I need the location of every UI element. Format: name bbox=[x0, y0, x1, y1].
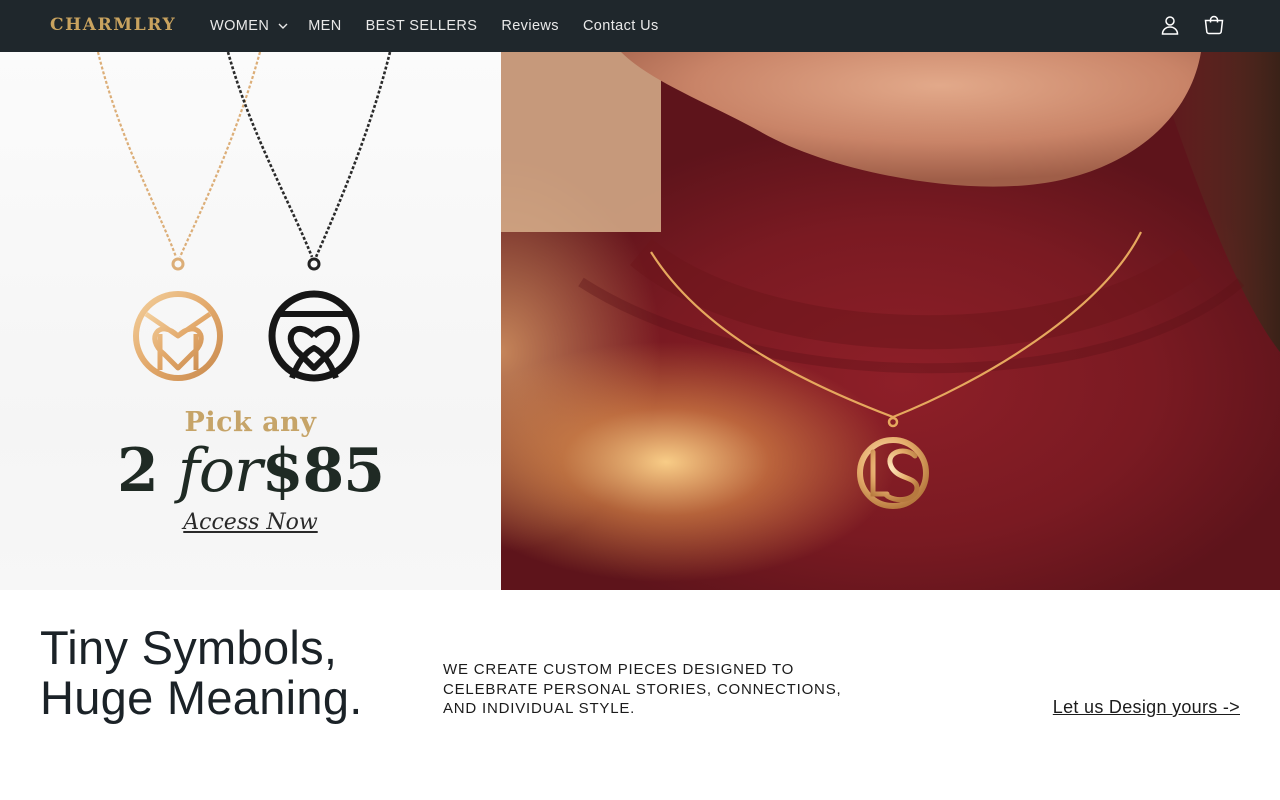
nav-item-label: BEST SELLERS bbox=[365, 18, 478, 34]
headline-line-2: Huge Meaning. bbox=[40, 671, 363, 724]
account-icon[interactable] bbox=[1158, 13, 1182, 37]
site-header: CHARMLRY WOMEN MEN BEST SELLERS Reviews … bbox=[0, 0, 1280, 52]
nav-item-best-sellers[interactable]: BEST SELLERS bbox=[366, 18, 478, 34]
nav-item-women[interactable]: WOMEN bbox=[210, 18, 288, 34]
promo-headline: Pick any bbox=[184, 407, 317, 438]
chevron-down-icon bbox=[278, 23, 288, 29]
hero-promo-panel[interactable]: Pick any 2 for$85 Access Now bbox=[0, 52, 501, 590]
promo-deal: 2 for$85 bbox=[0, 436, 501, 506]
design-yours-link[interactable]: Let us Design yours -> bbox=[1053, 697, 1240, 718]
nav-item-contact-us[interactable]: Contact Us bbox=[583, 18, 659, 34]
necklaces-product-image bbox=[96, 52, 392, 382]
promo-offer: Pick any 2 for$85 Access Now bbox=[0, 407, 501, 535]
promo-quantity: 2 bbox=[117, 436, 159, 506]
headline-line-1: Tiny Symbols, bbox=[40, 621, 338, 674]
nav-item-label: Contact Us bbox=[582, 18, 659, 34]
main-nav: WOMEN MEN BEST SELLERS Reviews Contact U… bbox=[210, 0, 683, 52]
nav-item-reviews[interactable]: Reviews bbox=[501, 18, 559, 34]
promo-for: for bbox=[177, 436, 263, 506]
hero-lifestyle-image[interactable] bbox=[501, 52, 1280, 590]
nav-item-men[interactable]: MEN bbox=[308, 18, 341, 34]
access-now-link[interactable]: Access Now bbox=[183, 510, 317, 535]
nav-item-label: Reviews bbox=[501, 18, 559, 34]
brand-logo[interactable]: CHARMLRY bbox=[50, 15, 176, 35]
section-headline: Tiny Symbols, Huge Meaning. bbox=[40, 623, 363, 723]
hero-banner: Pick any 2 for$85 Access Now bbox=[0, 52, 1280, 590]
promo-price: $85 bbox=[261, 436, 385, 506]
header-actions bbox=[1158, 13, 1226, 37]
brand-tagline: WE CREATE CUSTOM PIECES DESIGNED TO CELE… bbox=[443, 661, 842, 717]
nav-item-label: MEN bbox=[308, 18, 342, 34]
nav-item-label: WOMEN bbox=[210, 18, 270, 34]
model-wearing-necklace-image bbox=[501, 52, 1280, 509]
cart-icon[interactable] bbox=[1202, 13, 1226, 37]
